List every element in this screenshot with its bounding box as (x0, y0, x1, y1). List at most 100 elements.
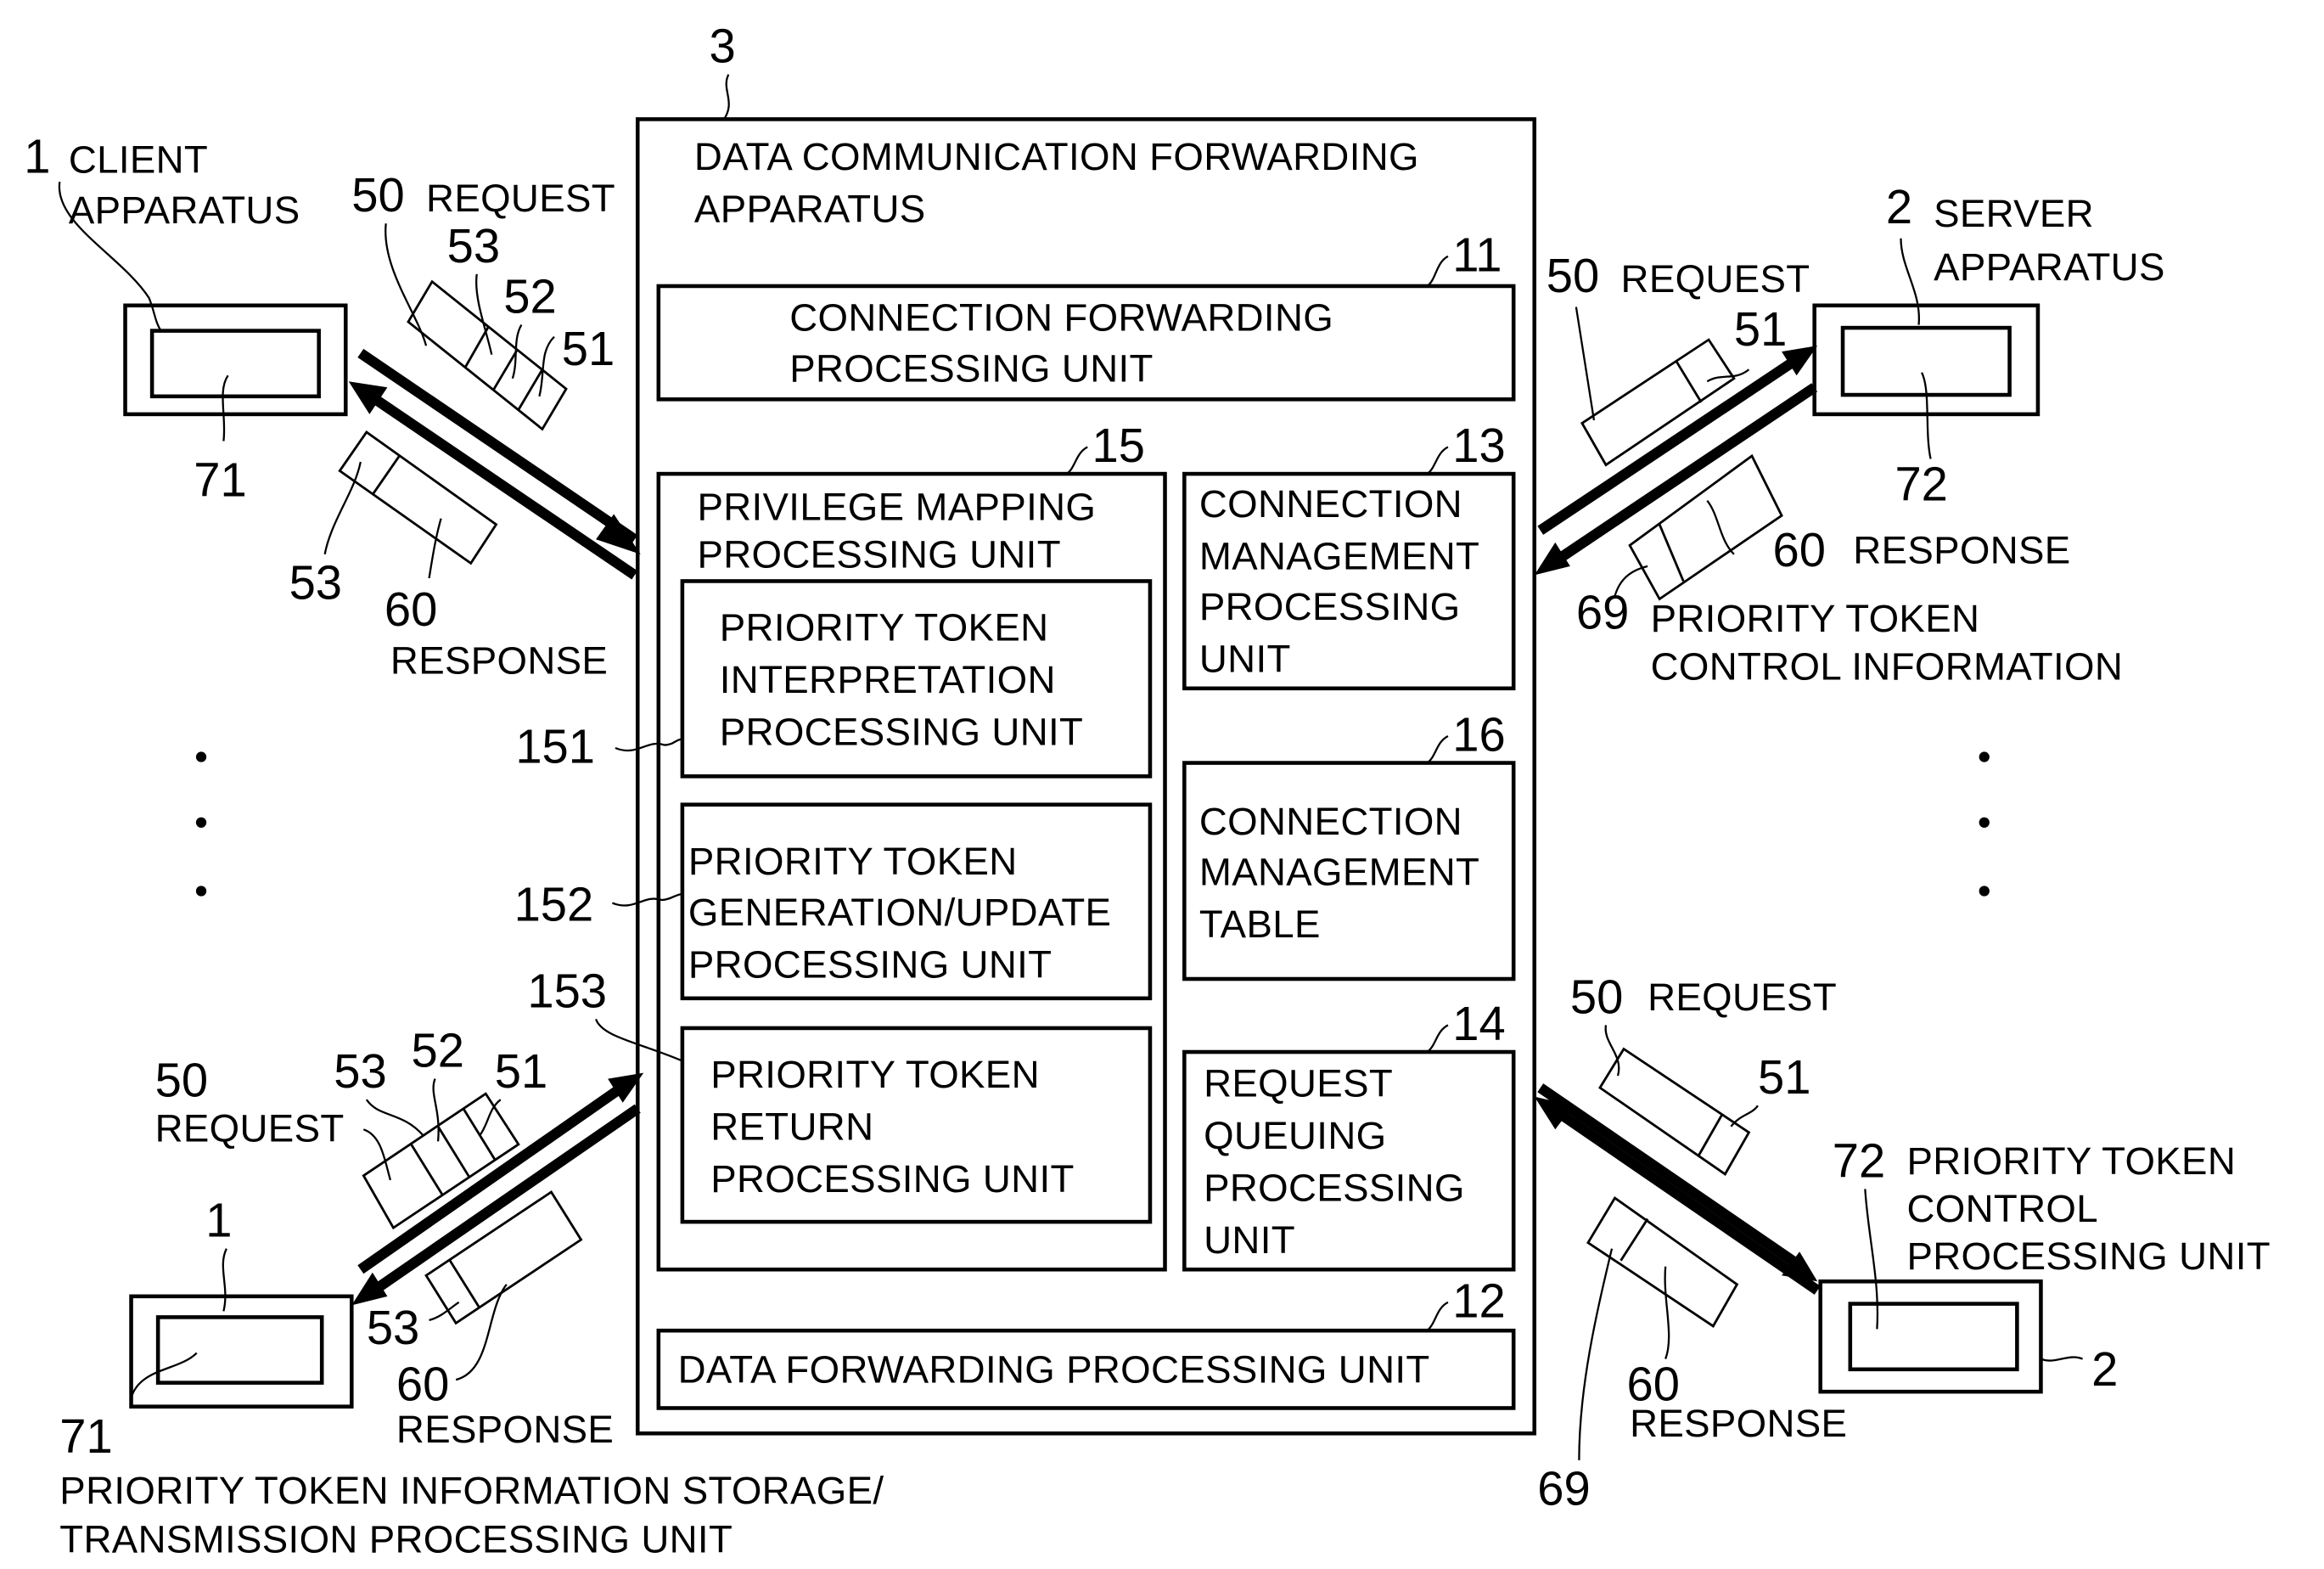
unit-14-line2: QUEUING (1204, 1114, 1386, 1157)
server-bottom-outer-box (1818, 1279, 2043, 1394)
ellipsis-dot (1979, 751, 1990, 762)
client-top-line2: APPARATUS (69, 188, 300, 232)
unit-153-line3: PROCESSING UNIT (710, 1157, 1074, 1201)
client-apparatus-bottom: 1 71 50 REQUEST 53 52 51 53 60 RESPONSE … (59, 1024, 884, 1561)
unit-11-ref: 11 (1452, 228, 1502, 281)
client-bottom-inner-leader (130, 1352, 198, 1398)
response-field-divider (448, 1259, 481, 1309)
apparatus-ref: 3 (709, 20, 735, 73)
apparatus-title-line2: APPARATUS (694, 187, 926, 230)
client-bottom-request-label: REQUEST (155, 1106, 345, 1150)
client-top-field-52: 52 (503, 270, 556, 323)
server-top-ref: 2 (1886, 180, 1912, 233)
unit-13-ref: 13 (1452, 419, 1505, 472)
client-top-ref: 1 (24, 130, 50, 183)
server-bottom-response-arrow (1558, 1110, 1821, 1295)
server-bottom-field-51-leader (1730, 1105, 1759, 1128)
unit-15-ref: 15 (1092, 419, 1145, 472)
client-top-request-ref: 50 (351, 168, 404, 222)
client-bottom-ref: 1 (205, 1194, 232, 1247)
unit-13-line1: CONNECTION (1199, 482, 1462, 526)
client-bottom-field-52-leader (432, 1078, 440, 1142)
server-top-line2: APPARATUS (1934, 245, 2165, 289)
server-bottom-inner-leader (1864, 1189, 1879, 1330)
server-apparatus-top: 2 SERVER APPARATUS 72 50 REQUEST 51 60 R… (1534, 180, 2165, 688)
ellipsis-dot (1979, 817, 1990, 828)
server-bottom-unit-line3: PROCESSING UNIT (1906, 1234, 2270, 1278)
client-top-inner-leader (222, 374, 229, 441)
unit-152-ref: 152 (514, 878, 594, 931)
client-bottom-response-label: RESPONSE (396, 1408, 614, 1451)
client-top-inner-ref: 71 (194, 453, 246, 506)
server-top-request-label: REQUEST (1621, 257, 1810, 301)
patent-figure: 3 DATA COMMUNICATION FORWARDING APPARATU… (24, 20, 2271, 1561)
server-top-leader (1900, 238, 1920, 325)
client-bottom-response-arrow (375, 1104, 641, 1292)
client-top-request-label: REQUEST (426, 177, 615, 220)
server-apparatus-bottom: 72 PRIORITY TOKEN CONTROL PROCESSING UNI… (1534, 970, 2271, 1516)
client-bottom-response-field-53: 53 (367, 1301, 419, 1354)
client-bottom-field-51-leader (479, 1099, 502, 1136)
apparatus-leader (723, 74, 730, 121)
response-packet-body (338, 430, 498, 565)
client-top-line1: CLIENT (69, 138, 208, 182)
client-top-response-arrow (372, 395, 638, 580)
client-top-request-packet: 50 REQUEST 53 52 51 (351, 168, 615, 431)
client-bottom-inner-box (155, 1315, 324, 1385)
server-top-response-ref: 60 (1773, 523, 1826, 576)
server-bottom-unit-line1: PRIORITY TOKEN (1906, 1139, 2236, 1183)
unit-151-line1: PRIORITY TOKEN (720, 606, 1049, 650)
connection-forwarding-unit: 11 CONNECTION FORWARDING PROCESSING UNIT (656, 228, 1516, 402)
unit-16-ref: 16 (1452, 708, 1505, 762)
server-bottom-response-leader (1664, 1266, 1670, 1359)
unit-15-line1: PRIVILEGE MAPPING (697, 485, 1096, 528)
server-top-response-arrowhead (1534, 542, 1570, 576)
ellipsis-left (195, 751, 207, 897)
data-forwarding-unit: 12 DATA FORWARDING PROCESSING UNIT (656, 1274, 1516, 1410)
unit-151-line3: PROCESSING UNIT (720, 710, 1083, 753)
unit-14-line1: REQUEST (1204, 1062, 1393, 1105)
server-bottom-control-leader (1578, 1248, 1614, 1460)
client-bottom-request-ref: 50 (155, 1054, 208, 1107)
server-top-request-arrow (1537, 353, 1803, 535)
unit-16-line1: CONNECTION (1199, 800, 1462, 843)
unit-12-line1: DATA FORWARDING PROCESSING UNIT (678, 1348, 1430, 1392)
data-communication-forwarding-apparatus: 3 DATA COMMUNICATION FORWARDING APPARATU… (514, 20, 1537, 1436)
server-top-control-line1: PRIORITY TOKEN (1651, 597, 1980, 640)
storage-unit-line1: PRIORITY TOKEN INFORMATION STORAGE/ (59, 1469, 884, 1512)
client-top-response-leader (428, 518, 442, 579)
request-field-divider (410, 1144, 444, 1196)
unit-152-line2: GENERATION/UPDATE (688, 891, 1111, 934)
unit-153-ref: 153 (527, 964, 607, 1017)
server-top-inner-ref: 72 (1895, 458, 1947, 511)
unit-12-leader (1426, 1301, 1449, 1332)
server-bottom-response-label: RESPONSE (1630, 1402, 1847, 1445)
storage-unit-line2: TRANSMISSION PROCESSING UNIT (59, 1518, 733, 1561)
server-top-field-51: 51 (1734, 302, 1787, 356)
client-bottom-field-53: 53 (334, 1044, 386, 1098)
unit-152-leader (611, 892, 683, 907)
client-top-response-field-53: 53 (289, 556, 342, 610)
server-bottom-ref: 2 (2091, 1342, 2118, 1396)
client-bottom-field-52: 52 (411, 1024, 463, 1077)
request-queuing-unit: 14 REQUEST QUEUING PROCESSING UNIT (1182, 997, 1516, 1272)
client-bottom-inner-ref: 71 (59, 1409, 112, 1463)
client-bottom-request-arrow (357, 1080, 629, 1274)
unit-11-line2: PROCESSING UNIT (789, 346, 1153, 390)
server-top-control-line2: CONTROL INFORMATION (1651, 644, 2124, 688)
unit-11-line1: CONNECTION FORWARDING (789, 296, 1333, 340)
client-top-field-51: 51 (562, 322, 615, 375)
client-bottom-leader (222, 1248, 227, 1312)
ellipsis-dot (195, 817, 207, 828)
server-bottom-inner-ref: 72 (1833, 1133, 1885, 1187)
unit-14-line3: PROCESSING (1204, 1167, 1465, 1210)
server-bottom-request-ref: 50 (1570, 970, 1623, 1023)
unit-16-line2: MANAGEMENT (1199, 850, 1479, 893)
unit-16-line3: TABLE (1199, 903, 1321, 946)
unit-14-ref: 14 (1452, 997, 1505, 1050)
server-bottom-control-ref: 69 (1537, 1462, 1590, 1516)
server-bottom-unit-line2: CONTROL (1906, 1187, 2097, 1230)
server-top-line1: SERVER (1934, 192, 2094, 235)
unit-12-ref: 12 (1452, 1274, 1505, 1327)
server-top-request-leader (1575, 306, 1596, 421)
